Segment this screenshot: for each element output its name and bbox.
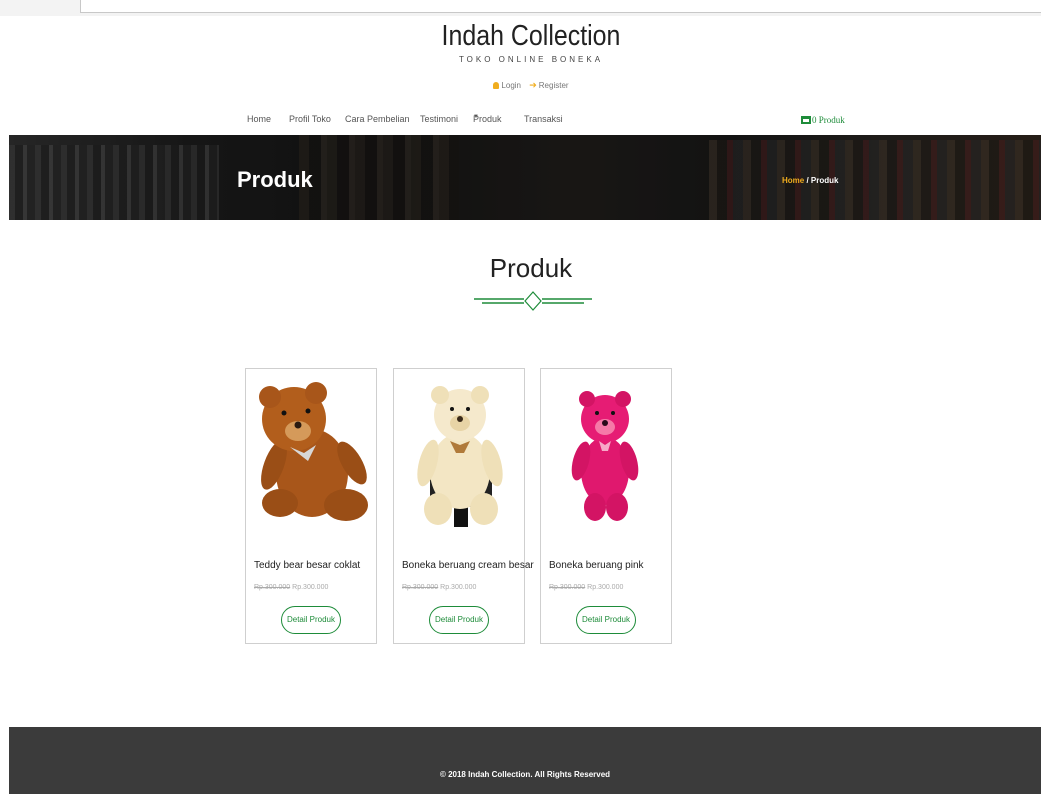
breadcrumb: Home / Produk [782, 176, 838, 185]
nav-cara-pembelian[interactable]: Cara Pembelian [345, 114, 410, 124]
detail-produk-button[interactable]: Detail Produk [429, 606, 489, 634]
detail-produk-button[interactable]: Detail Produk [576, 606, 636, 634]
sign-in-arrow-icon: ➔ [529, 80, 537, 90]
brown-teddy-bear-image[interactable] [250, 375, 374, 535]
nav-home[interactable]: Home [247, 114, 271, 124]
pink-teddy-bear-image[interactable] [545, 375, 669, 535]
caret-down-icon: ▼ [473, 114, 479, 120]
cart-icon [801, 116, 811, 124]
page-banner: Produk Home / Produk [9, 135, 1041, 220]
nav-testimoni[interactable]: Testimoni [420, 114, 458, 124]
product-card[interactable]: Boneka beruang pink Rp.300.000 Rp.300.00… [540, 368, 672, 644]
footer: © 2018 Indah Collection. All Rights Rese… [9, 727, 1041, 794]
cart-link[interactable]: 0 Produk [801, 115, 845, 125]
banner-title: Produk [237, 167, 313, 192]
auth-links: Login ➔ Register [0, 80, 1041, 91]
product-name[interactable]: Boneka beruang cream besar [402, 560, 534, 571]
footer-copyright: © 2018 Indah Collection. All Rights Rese… [439, 770, 611, 779]
register-label: Register [538, 81, 569, 90]
breadcrumb-home[interactable]: Home [782, 176, 804, 185]
title-divider [474, 291, 592, 311]
old-price: Rp.300.000 [402, 584, 439, 591]
address-bar[interactable] [80, 0, 1041, 13]
product-price: Rp.300.000 Rp.300.000 [402, 584, 476, 591]
login-label: Login [501, 81, 521, 90]
nav-profil-toko[interactable]: Profil Toko [289, 114, 331, 124]
product-price: Rp.300.000 Rp.300.000 [254, 584, 328, 591]
cart-label: 0 Produk [812, 115, 845, 125]
current-price: Rp.300.000 [440, 584, 477, 591]
breadcrumb-separator: / [804, 176, 811, 185]
product-card[interactable]: Teddy bear besar coklat Rp.300.000 Rp.30… [245, 368, 377, 644]
nav-transaksi[interactable]: Transaksi [524, 114, 563, 124]
breadcrumb-current: Produk [810, 176, 839, 185]
current-price: Rp.300.000 [292, 584, 329, 591]
brand-title[interactable]: Indah Collection [74, 20, 987, 53]
cream-teddy-bear-image[interactable] [398, 375, 522, 535]
old-price: Rp.300.000 [254, 584, 291, 591]
old-price: Rp.300.000 [549, 584, 586, 591]
diamond-icon [524, 291, 542, 311]
product-price: Rp.300.000 Rp.300.000 [549, 584, 623, 591]
detail-produk-button[interactable]: Detail Produk [281, 606, 341, 634]
register-link[interactable]: ➔ Register [529, 80, 569, 90]
current-price: Rp.300.000 [587, 584, 624, 591]
login-link[interactable]: Login [493, 81, 521, 90]
banner-overlay [9, 135, 1041, 220]
main-nav: Home Profil Toko Cara Pembelian Testimon… [0, 114, 1041, 126]
product-name[interactable]: Boneka beruang pink [549, 560, 644, 571]
user-icon [493, 82, 500, 89]
product-name[interactable]: Teddy bear besar coklat [254, 560, 360, 571]
browser-top-strip [0, 0, 1041, 16]
product-card[interactable]: Boneka beruang cream besar Rp.300.000 Rp… [393, 368, 534, 644]
brand-subtitle: TOKO ONLINE BONEKA [458, 55, 604, 64]
section-title: Produk [489, 253, 573, 283]
